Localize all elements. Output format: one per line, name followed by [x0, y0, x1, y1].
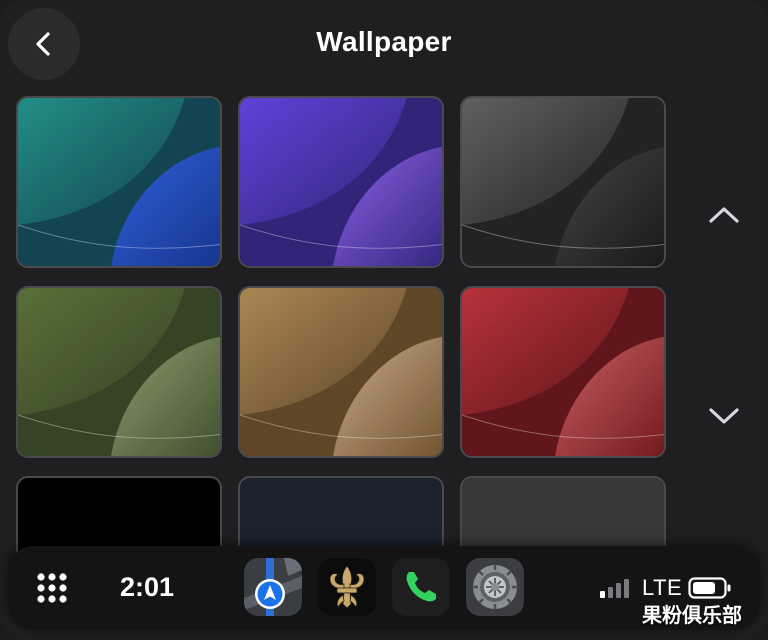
saints-app-button[interactable] — [318, 558, 376, 616]
maps-app-button[interactable] — [244, 558, 302, 616]
wallpaper-preview — [240, 478, 442, 556]
clock: 2:01 — [120, 572, 175, 602]
network-type: LTE — [642, 575, 683, 600]
scroll-up-button[interactable] — [696, 186, 752, 242]
wallpaper-tile-navy[interactable] — [238, 476, 444, 556]
wallpaper-preview — [18, 478, 220, 556]
app-grid-button[interactable] — [36, 572, 68, 604]
page-title: Wallpaper — [316, 26, 452, 57]
signal-strength-icon — [600, 579, 629, 598]
wallpaper-tile-red[interactable] — [460, 286, 666, 458]
wallpaper-tile-graphite[interactable] — [460, 96, 666, 268]
chevron-down-icon — [709, 408, 739, 424]
watermark: 果粉俱乐部 — [642, 605, 742, 627]
wallpaper-tile-purple[interactable] — [238, 96, 444, 268]
wallpaper-tile-gold[interactable] — [238, 286, 444, 458]
battery-icon — [688, 577, 731, 599]
wallpaper-tile-black[interactable] — [16, 476, 222, 556]
phone-app-button[interactable] — [392, 558, 450, 616]
wallpaper-preview — [240, 98, 442, 266]
wallpaper-preview — [18, 98, 220, 266]
wallpaper-preview — [462, 478, 664, 556]
carplay-screen: Wallpaper 2:01 LTE 果粉俱乐部 — [0, 0, 768, 640]
wallpaper-tile-gray[interactable] — [460, 476, 666, 556]
gear-icon — [466, 558, 524, 616]
phone-icon — [392, 558, 450, 616]
wallpaper-tile-green[interactable] — [16, 286, 222, 458]
maps-icon — [244, 558, 302, 616]
wallpaper-preview — [240, 288, 442, 456]
wallpaper-grid — [16, 96, 668, 556]
status-indicators: LTE — [600, 575, 732, 601]
wallpaper-preview — [462, 98, 664, 266]
settings-app-button[interactable] — [466, 558, 524, 616]
scroll-down-button[interactable] — [696, 388, 752, 444]
wallpaper-preview — [18, 288, 220, 456]
fleur-de-lis-icon — [318, 558, 376, 616]
wallpaper-tile-teal-blue[interactable] — [16, 96, 222, 268]
app-grid-icon — [37, 573, 67, 603]
wallpaper-preview — [462, 288, 664, 456]
chevron-up-icon — [709, 207, 739, 223]
